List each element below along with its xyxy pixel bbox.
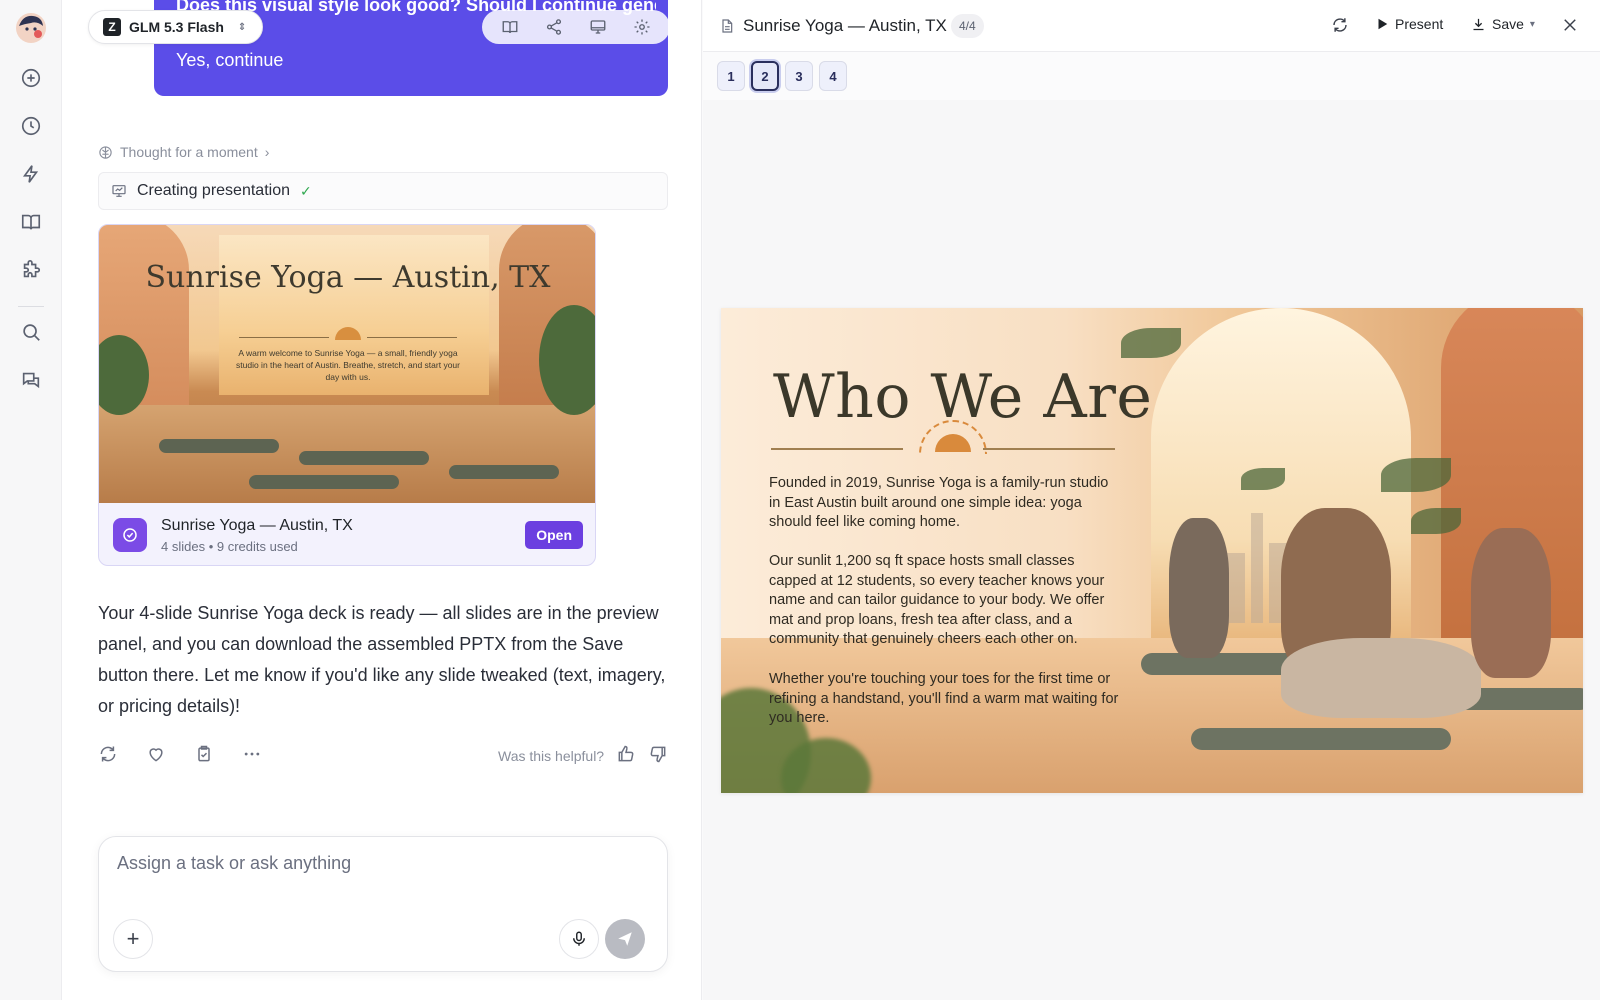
close-icon[interactable] — [1561, 16, 1579, 39]
task-status-box: Creating presentation ✓ — [98, 172, 668, 210]
thought-toggle[interactable]: Thought for a moment › — [98, 144, 269, 160]
monitor-icon[interactable] — [588, 17, 608, 37]
presentation-name: Sunrise Yoga — Austin, TX — [161, 516, 353, 534]
chevron-down-icon: ▾ — [1529, 18, 1535, 30]
puzzle-icon[interactable] — [19, 258, 43, 282]
presentation-card[interactable]: Sunrise Yoga — Austin, TX A warm welcome… — [98, 224, 596, 566]
microphone-icon — [573, 931, 585, 946]
model-name: GLM 5.3 Flash — [129, 19, 224, 35]
thumbs-down-icon[interactable] — [648, 744, 668, 767]
regenerate-icon[interactable] — [98, 744, 118, 764]
presentation-icon — [112, 185, 126, 197]
new-task-icon[interactable] — [19, 66, 43, 90]
model-logo-icon: Z — [103, 18, 121, 36]
bolt-icon[interactable] — [19, 162, 43, 186]
user-avatar[interactable] — [15, 12, 47, 44]
slide-paragraph-1: Founded in 2019, Sunrise Yoga is a famil… — [769, 475, 1109, 530]
slide-tab-2[interactable]: 2 — [751, 61, 779, 91]
message-actions — [98, 744, 262, 764]
slide-canvas: Who We Are Founded in 2019, Sunrise Yoga… — [721, 308, 1583, 793]
gear-icon[interactable] — [632, 17, 652, 37]
download-icon — [1473, 18, 1484, 30]
open-button[interactable]: Open — [525, 521, 583, 549]
check-icon: ✓ — [299, 182, 312, 199]
helpful-label: Was this helpful? — [498, 747, 605, 764]
preview-title: Sunrise Yoga — Austin, TX — [743, 16, 947, 35]
more-icon[interactable] — [242, 744, 262, 764]
chevron-updown-icon: ⇕ — [237, 21, 247, 33]
refresh-icon[interactable] — [1331, 16, 1349, 39]
slide-tabs: 1 2 3 4 — [703, 52, 1600, 100]
heading-rule-left — [771, 448, 903, 450]
heading-rule-right — [983, 448, 1115, 450]
library-icon[interactable] — [19, 210, 43, 234]
present-label: Present — [1395, 16, 1444, 32]
copy-icon[interactable] — [194, 744, 214, 764]
feedback-group: Was this helpful? — [498, 744, 668, 767]
thought-label: Thought for a moment — [120, 144, 258, 160]
message-composer[interactable]: Assign a task or ask anything + — [98, 836, 668, 972]
slide-tab-3[interactable]: 3 — [785, 61, 813, 91]
save-button[interactable]: Save ▾ — [1471, 16, 1535, 32]
left-rail — [0, 0, 62, 1000]
preview-panel: Sunrise Yoga — Austin, TX 4/4 Present Sa… — [703, 0, 1600, 1000]
slide-paragraph-3: Whether you're touching your toes for th… — [769, 671, 1119, 726]
chat-panel: Does this visual style look good? Should… — [62, 0, 702, 1000]
thumbs-up-icon[interactable] — [616, 744, 636, 767]
slide-count-badge: 4/4 — [951, 14, 984, 38]
rail-divider — [18, 306, 44, 307]
heart-icon[interactable] — [146, 744, 166, 764]
slide-paragraph-2: Our sunlit 1,200 sq ft space hosts small… — [769, 553, 1105, 647]
message-toolbar — [482, 10, 670, 44]
attach-button[interactable]: + — [113, 919, 153, 959]
slide-tab-1[interactable]: 1 — [717, 61, 745, 91]
chevron-right-icon: › — [264, 144, 270, 160]
play-icon — [1378, 18, 1388, 30]
present-button[interactable]: Present — [1375, 16, 1443, 32]
send-button[interactable] — [605, 919, 645, 959]
book-icon[interactable] — [500, 17, 520, 37]
thumbnail-title: Sunrise Yoga — Austin, TX — [145, 260, 551, 295]
history-icon[interactable] — [19, 114, 43, 138]
plus-icon: + — [126, 926, 140, 951]
brain-icon — [99, 145, 112, 159]
composer-input[interactable]: Assign a task or ask anything — [117, 853, 351, 874]
user-message-reply: Yes, continue — [176, 50, 284, 70]
yoga-student-figure — [1169, 518, 1229, 658]
presentation-thumbnail[interactable]: Sunrise Yoga — Austin, TX A warm welcome… — [99, 225, 595, 503]
assistant-message: Your 4-slide Sunrise Yoga deck is ready … — [98, 603, 666, 716]
voice-button[interactable] — [559, 919, 599, 959]
chat-icon[interactable] — [19, 368, 43, 392]
presentation-meta: 4 slides • 9 credits used — [161, 538, 298, 554]
yoga-student-figure — [1471, 528, 1551, 678]
thumbnail-subtitle: A warm welcome to Sunrise Yoga — a small… — [236, 348, 460, 382]
model-selector[interactable]: Z GLM 5.3 Flash ⇕ — [88, 10, 264, 44]
presentation-badge-icon — [113, 518, 147, 552]
preview-header: Sunrise Yoga — Austin, TX 4/4 Present Sa… — [703, 0, 1600, 52]
save-label: Save — [1492, 16, 1524, 32]
document-icon — [719, 17, 735, 40]
yoga-student-figure — [1281, 638, 1481, 718]
presentation-card-footer: Sunrise Yoga — Austin, TX 4 slides • 9 c… — [99, 503, 595, 565]
share-icon[interactable] — [544, 17, 564, 37]
slide-tab-4[interactable]: 4 — [819, 61, 847, 91]
send-icon — [618, 932, 632, 946]
search-icon[interactable] — [19, 320, 43, 344]
task-status-label: Creating presentation — [137, 182, 290, 199]
